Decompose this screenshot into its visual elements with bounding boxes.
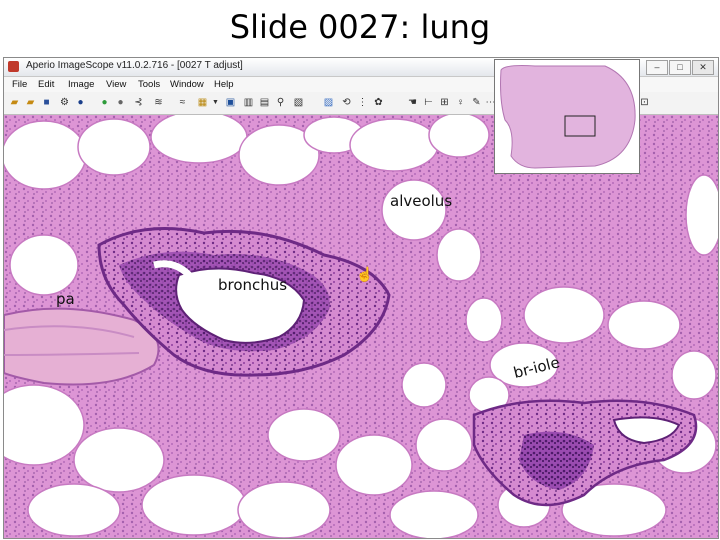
marker-icon[interactable]: ♀ (454, 96, 467, 109)
pen-icon[interactable]: ✎ (470, 96, 483, 109)
minimize-icon[interactable]: – (646, 60, 668, 75)
overview-thumbnail[interactable] (494, 59, 640, 174)
info-icon[interactable]: ● (74, 96, 87, 109)
label-pa: pa (56, 290, 75, 308)
menu-window[interactable]: Window (170, 79, 204, 90)
open-url-icon[interactable]: ▰ (24, 96, 37, 109)
menu-file[interactable]: File (12, 79, 27, 90)
select-region-icon[interactable]: ▦ (196, 96, 209, 109)
layers-icon[interactable]: ≋ (152, 96, 165, 109)
sync-icon[interactable]: ⟲ (340, 96, 353, 109)
snapshot-icon[interactable]: ▧ (292, 96, 305, 109)
bookmark-icon[interactable]: ▥ (242, 96, 255, 109)
menu-edit[interactable]: Edit (38, 79, 54, 90)
ruler-icon[interactable]: ⊢ (422, 96, 435, 109)
slide-title: Slide 0027: lung (229, 8, 491, 46)
dropdown-icon[interactable]: ▼ (209, 96, 222, 109)
track-icon[interactable]: ⋮ (356, 96, 369, 109)
pan-hand-icon[interactable]: ☚ (406, 96, 419, 109)
go-forward-icon[interactable]: ● (98, 96, 111, 109)
group-icon[interactable]: ✿ (372, 96, 385, 109)
compare-icon[interactable]: ▨ (322, 96, 335, 109)
label-alveolus: alveolus (390, 192, 453, 210)
panel-icon[interactable]: ▣ (224, 96, 237, 109)
save-icon[interactable]: ■ (40, 96, 53, 109)
menu-view[interactable]: View (106, 79, 126, 90)
zoom-window-icon[interactable]: ▤ (258, 96, 271, 109)
slide-viewer[interactable] (4, 115, 718, 538)
label-bronchus: bronchus (218, 276, 288, 294)
magnifier-icon[interactable]: ⚲ (274, 96, 287, 109)
menu-image[interactable]: Image (68, 79, 94, 90)
app-icon (8, 61, 19, 72)
open-folder-icon[interactable]: ▰ (8, 96, 21, 109)
histology-image (4, 115, 718, 538)
menu-tools[interactable]: Tools (138, 79, 160, 90)
go-back-icon[interactable]: ● (114, 96, 127, 109)
menu-help[interactable]: Help (214, 79, 234, 90)
connect-icon[interactable]: ⊰ (132, 96, 145, 109)
hand-cursor-icon: ☝ (356, 266, 374, 282)
grid-icon[interactable]: ⊞ (438, 96, 451, 109)
settings-icon[interactable]: ⚙ (58, 96, 71, 109)
maximize-icon[interactable]: □ (669, 60, 691, 75)
close-icon[interactable]: ✕ (692, 60, 714, 75)
layers-stack-icon[interactable]: ≈ (176, 96, 189, 109)
window-title: Aperio ImageScope v11.0.2.716 - [0027 T … (26, 60, 243, 71)
